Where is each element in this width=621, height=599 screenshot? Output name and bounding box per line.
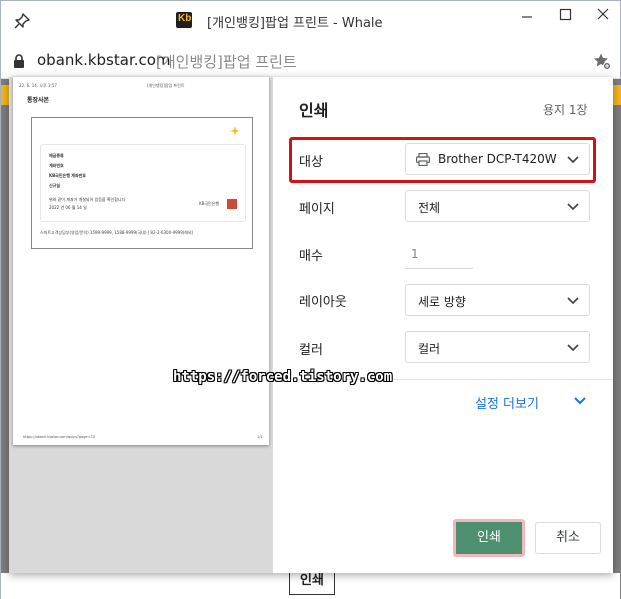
layout-value: 세로 방향 bbox=[418, 295, 466, 309]
sheet-bank-label: KB국민은행 bbox=[199, 201, 220, 206]
address-bar: obank.kbstar.com [개인뱅킹]팝업 프린트 bbox=[1, 41, 620, 79]
color-value: 컬러 bbox=[418, 342, 441, 356]
whale-app-icon: Kb bbox=[176, 12, 192, 28]
page-background-left bbox=[1, 79, 9, 599]
page-header-stripe-right bbox=[613, 85, 621, 105]
chevron-down-icon bbox=[567, 203, 579, 211]
sheet-footer-page: 1/1 bbox=[257, 435, 263, 439]
layout-label: 레이아웃 bbox=[299, 295, 347, 310]
pages-value: 전체 bbox=[418, 201, 441, 215]
sheet-footer-url: https://obank.kbstar.com/quics?page=C0 bbox=[23, 435, 96, 439]
sheet-doc-title: 통장사본 bbox=[27, 97, 50, 104]
chevron-down-icon bbox=[567, 344, 579, 352]
copies-label: 매수 bbox=[299, 249, 323, 264]
print-dialog: 22. 6. 14. 오후 3:57 [개인뱅킹]팝업 프린트 통장사본 예금종… bbox=[9, 77, 613, 573]
color-label: 컬러 bbox=[299, 343, 323, 358]
maximize-icon[interactable] bbox=[551, 6, 579, 28]
pages-label: 페이지 bbox=[299, 202, 335, 217]
color-select[interactable]: 컬러 bbox=[405, 331, 590, 363]
copies-input[interactable]: 1 bbox=[405, 241, 473, 269]
sheet-line-2: 계좌번호 bbox=[49, 163, 64, 168]
more-settings-chevron-icon[interactable] bbox=[573, 396, 587, 406]
dialog-title: 인쇄 bbox=[299, 101, 329, 120]
page-background-right bbox=[613, 79, 621, 599]
sheet-line-4: 신규일 bbox=[49, 183, 61, 188]
preview-sheet: 22. 6. 14. 오후 3:57 [개인뱅킹]팝업 프린트 통장사본 예금종… bbox=[13, 77, 269, 445]
url-text[interactable]: obank.kbstar.com bbox=[37, 51, 171, 69]
kb-star-icon bbox=[230, 126, 240, 136]
cancel-button[interactable]: 취소 bbox=[535, 522, 601, 554]
url-page-title: [개인뱅킹]팝업 프린트 bbox=[156, 53, 297, 71]
print-settings-panel: 인쇄 용지 1장 대상 Brother DCP-T420W 페이지 전체 매수 … bbox=[273, 77, 613, 573]
window-title: [개인뱅킹]팝업 프린트 - Whale bbox=[207, 16, 383, 31]
page-header-stripe-left bbox=[1, 85, 9, 105]
close-icon[interactable] bbox=[589, 6, 617, 28]
sheet-line-1: 예금종류 bbox=[49, 153, 64, 158]
lock-icon[interactable] bbox=[13, 54, 25, 68]
sheet-header-title: [개인뱅킹]팝업 프린트 bbox=[147, 83, 185, 88]
sheet-info-box: 예금종류 계좌번호 KB국민은행 계좌번호 신규일 위와 같이 계좌가 개설되어… bbox=[40, 144, 246, 222]
minimize-icon[interactable] bbox=[513, 6, 541, 28]
print-button[interactable]: 인쇄 bbox=[453, 519, 525, 557]
destination-highlight-box bbox=[289, 137, 596, 183]
print-preview-area: 22. 6. 14. 오후 3:57 [개인뱅킹]팝업 프린트 통장사본 예금종… bbox=[9, 77, 273, 573]
browser-window: Kb [개인뱅킹]팝업 프린트 - Whale obank.kbstar.com… bbox=[0, 0, 621, 599]
sheet-line-3: KB국민은행 계좌번호 bbox=[49, 173, 86, 178]
title-bar: Kb [개인뱅킹]팝업 프린트 - Whale bbox=[1, 1, 620, 41]
pages-select[interactable]: 전체 bbox=[405, 190, 590, 222]
bank-seal-stamp bbox=[227, 199, 237, 209]
copies-value: 1 bbox=[411, 247, 419, 261]
pin-icon[interactable] bbox=[13, 12, 31, 30]
sheet-date-text: 2022 년 06 월 14 일 bbox=[49, 205, 87, 210]
sheet-passbook-card: 예금종류 계좌번호 KB국민은행 계좌번호 신규일 위와 같이 계좌가 개설되어… bbox=[31, 117, 253, 249]
blog-watermark: https://forced.tistory.com bbox=[173, 369, 393, 385]
bookmark-star-icon[interactable] bbox=[593, 52, 611, 70]
sheet-count: 용지 1장 bbox=[543, 103, 588, 117]
more-settings-link[interactable]: 설정 더보기 bbox=[475, 393, 539, 412]
app-logo-text: Kb bbox=[178, 13, 192, 24]
sheet-foot-note: 스마트고객상담부(영업/문의) 1599-9999, 1588-9999(국내)… bbox=[40, 230, 194, 235]
chevron-down-icon bbox=[567, 297, 579, 305]
layout-select[interactable]: 세로 방향 bbox=[405, 284, 590, 316]
sheet-header-date: 22. 6. 14. 오후 3:57 bbox=[19, 83, 57, 88]
sheet-confirm-text: 위와 같이 계좌가 개설되어 있음을 확인합니다 bbox=[49, 197, 126, 202]
